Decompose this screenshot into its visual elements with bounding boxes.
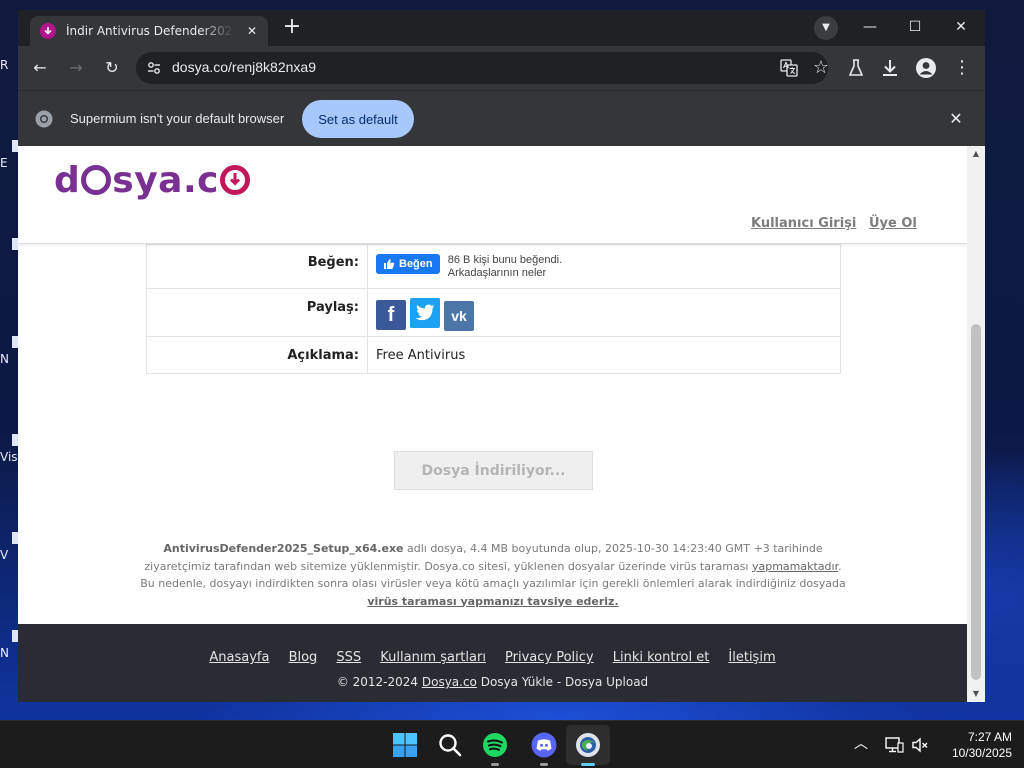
- search-icon[interactable]: [436, 731, 464, 759]
- reload-icon[interactable]: ↻: [100, 56, 124, 80]
- spotify-running-indicator: [491, 763, 499, 766]
- description-label: Açıklama:: [147, 337, 368, 373]
- supermium-active-indicator: [581, 763, 595, 766]
- like-count-line1: 86 B kişi bunu beğendi.: [447, 254, 563, 266]
- tab-active[interactable]: İndir Antivirus Defender2025 Se ✕: [30, 16, 268, 46]
- site-footer: Anasayfa Blog SSS Kullanım şartları Priv…: [18, 624, 967, 702]
- footer-nav: Anasayfa Blog SSS Kullanım şartları Priv…: [18, 646, 967, 665]
- site-header: d sya.c Kullanıcı Girişi Üye Ol: [18, 146, 967, 244]
- footer-link-contact[interactable]: İletişim: [728, 650, 775, 665]
- file-name: AntivirusDefender2025_Setup_x64.exe: [163, 542, 404, 555]
- download-button[interactable]: Dosya İndiriliyor...: [394, 451, 593, 490]
- browser-logo-icon: [35, 110, 53, 128]
- clock-date: 10/30/2025: [951, 746, 1012, 760]
- tab-search-chevron-icon[interactable]: ▼: [814, 16, 838, 40]
- desktop-icon-label[interactable]: N: [0, 352, 18, 366]
- bookmark-star-icon[interactable]: ☆: [810, 57, 832, 79]
- close-window-icon[interactable]: ✕: [951, 17, 971, 37]
- forward-arrow-icon[interactable]: →: [64, 56, 88, 80]
- footer-copyright: © 2012-2024 Dosya.co Dosya Yükle - Dosya…: [18, 675, 967, 689]
- logo-o-icon: [81, 164, 112, 195]
- twitter-share-icon[interactable]: [410, 298, 440, 328]
- tab-strip: İndir Antivirus Defender2025 Se ✕ + ▼ — …: [18, 10, 985, 46]
- description-row: Açıklama: Free Antivirus: [147, 336, 840, 373]
- browser-window: İndir Antivirus Defender2025 Se ✕ + ▼ — …: [18, 10, 985, 702]
- set-as-default-button[interactable]: Set as default: [302, 100, 414, 138]
- facebook-like-count: 86 B kişi bunu beğendi. Arkadaşlarının n…: [448, 254, 562, 280]
- facebook-like-label: Beğen: [399, 258, 433, 270]
- logo-text-d: d: [54, 159, 81, 201]
- infobar-message: Supermium isn't your default browser: [70, 111, 285, 126]
- disclaimer-text: AntivirusDefender2025_Setup_x64.exe adlı…: [138, 540, 848, 610]
- like-label: Beğen:: [147, 245, 368, 288]
- labs-flask-icon[interactable]: [844, 56, 868, 80]
- network-monitor-icon[interactable]: [884, 735, 904, 755]
- like-row: Beğen: Beğen 86 B kişi bunu beğendi. Ark…: [147, 244, 840, 288]
- profile-avatar-icon[interactable]: [914, 56, 938, 80]
- share-label: Paylaş:: [147, 289, 368, 336]
- description-value: Free Antivirus: [376, 348, 466, 363]
- maximize-icon[interactable]: ☐: [905, 17, 925, 37]
- taskbar-clock[interactable]: 7:27 AM 10/30/2025: [936, 729, 1012, 761]
- page-scrollbar[interactable]: ▲ ▼: [967, 146, 985, 702]
- discord-icon[interactable]: [530, 731, 558, 759]
- facebook-share-icon[interactable]: f: [376, 300, 406, 330]
- tab-title: İndir Antivirus Defender2025 Se: [66, 24, 234, 38]
- footer-link-check[interactable]: Linki kontrol et: [613, 650, 710, 665]
- discord-running-indicator: [540, 763, 548, 766]
- browser-toolbar: ← → ↻ dosya.co/renj8k82nxa9 ☆ ⋮: [18, 46, 985, 90]
- site-logo[interactable]: d sya.c: [54, 154, 250, 206]
- like-count-line2: Arkadaşlarının neler: [447, 267, 547, 279]
- address-bar[interactable]: dosya.co/renj8k82nxa9 ☆: [136, 52, 829, 84]
- copyright-suffix: Dosya Yükle - Dosya Upload: [476, 675, 649, 689]
- desktop-icon-label[interactable]: E: [0, 156, 18, 170]
- supermium-browser-icon[interactable]: [574, 731, 602, 759]
- thumbs-up-icon: [384, 259, 395, 269]
- register-link[interactable]: Üye Ol: [869, 216, 917, 231]
- new-tab-icon[interactable]: +: [280, 16, 304, 40]
- default-browser-infobar: Supermium isn't your default browser Set…: [18, 90, 985, 146]
- tab-close-icon[interactable]: ✕: [244, 23, 260, 39]
- back-arrow-icon[interactable]: ←: [28, 56, 52, 80]
- clock-time: 7:27 AM: [967, 730, 1012, 744]
- facebook-like-button[interactable]: Beğen: [376, 254, 440, 274]
- logo-download-o-icon: [219, 164, 250, 195]
- footer-link-home[interactable]: Anasayfa: [209, 650, 269, 665]
- translate-icon[interactable]: [780, 59, 798, 77]
- kebab-menu-icon[interactable]: ⋮: [950, 56, 974, 80]
- footer-link-privacy[interactable]: Privacy Policy: [505, 650, 594, 665]
- scroll-down-arrow-icon[interactable]: ▼: [967, 686, 985, 702]
- close-icon[interactable]: ✕: [946, 109, 966, 129]
- minimize-icon[interactable]: —: [860, 17, 880, 37]
- downloads-icon[interactable]: [878, 56, 902, 80]
- footer-link-faq[interactable]: SSS: [336, 650, 361, 665]
- scroll-up-arrow-icon[interactable]: ▲: [967, 146, 985, 162]
- vk-share-icon[interactable]: vk: [444, 301, 474, 331]
- volume-muted-icon[interactable]: [910, 735, 930, 755]
- desktop-icon-label[interactable]: V: [0, 548, 18, 562]
- footer-link-terms[interactable]: Kullanım şartları: [380, 650, 486, 665]
- taskbar: ︿ 7:27 AM 10/30/2025: [0, 720, 1024, 768]
- copyright-prefix: © 2012-2024: [336, 675, 422, 689]
- desktop-icon-label[interactable]: N: [0, 646, 18, 660]
- no-scan-link[interactable]: yapmamaktadır: [752, 560, 838, 573]
- desktop-icon-label[interactable]: Vis: [0, 450, 18, 464]
- site-info-tune-icon[interactable]: [146, 60, 162, 76]
- scrollbar-thumb[interactable]: [971, 324, 981, 680]
- logo-text-syac: sya.c: [112, 159, 219, 201]
- spotify-icon[interactable]: [481, 731, 509, 759]
- page-viewport: d sya.c Kullanıcı Girişi Üye Ol Beğen: Be…: [18, 146, 967, 702]
- copyright-site-link[interactable]: Dosya.co: [422, 675, 477, 689]
- tray-overflow-chevron-icon[interactable]: ︿: [852, 733, 870, 755]
- twitter-bird-icon: [415, 304, 434, 321]
- footer-link-blog[interactable]: Blog: [289, 650, 318, 665]
- url-text[interactable]: dosya.co/renj8k82nxa9: [172, 59, 316, 75]
- download-favicon-icon: [40, 23, 56, 39]
- desktop-icon-label[interactable]: R: [0, 58, 18, 72]
- windows-start-icon[interactable]: [391, 731, 419, 759]
- file-info-table: Beğen: Beğen 86 B kişi bunu beğendi. Ark…: [146, 244, 841, 374]
- login-link[interactable]: Kullanıcı Girişi: [751, 216, 856, 231]
- share-row: Paylaş: f vk: [147, 288, 840, 336]
- virus-scan-advice[interactable]: virüs taraması yapmanızı tavsiye ederiz.: [367, 595, 618, 608]
